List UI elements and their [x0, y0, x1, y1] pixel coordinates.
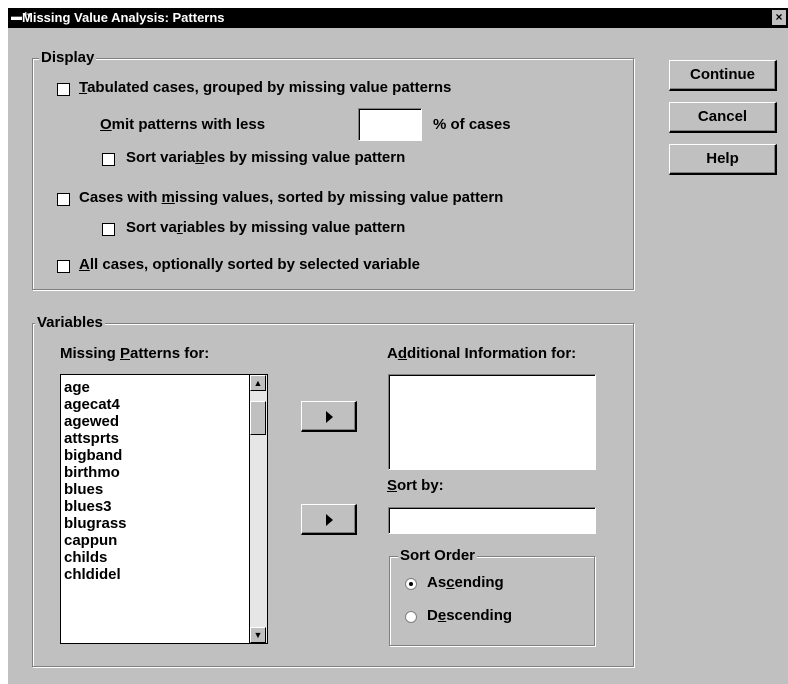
radio-selected-dot	[409, 582, 413, 586]
descending-radio[interactable]	[405, 611, 417, 623]
sort-by-label: Sort by:	[387, 477, 444, 494]
cases-with-missing-checkbox[interactable]	[57, 193, 70, 206]
tabulated-cases-checkbox[interactable]	[57, 83, 70, 96]
continue-button[interactable]: Continue	[669, 60, 777, 91]
up-arrow-icon: ▲	[253, 378, 263, 388]
sort-variables-label-2[interactable]: Sort variables by missing value pattern	[126, 219, 405, 236]
missing-patterns-listbox[interactable]: age agecat4 agewed attsprts bigband birt…	[60, 374, 268, 644]
all-cases-label[interactable]: All cases, optionally sorted by selected…	[79, 256, 420, 273]
sort-order-label: Sort Order	[398, 547, 478, 564]
scroll-up-button[interactable]: ▲	[250, 375, 266, 391]
omit-patterns-label: Omit patterns with less	[100, 116, 266, 133]
ascending-radio[interactable]	[405, 578, 417, 590]
sort-variables-checkbox-2[interactable]	[102, 223, 115, 236]
listbox-scrollbar[interactable]: ▲ ▼	[249, 375, 267, 643]
help-button[interactable]: Help	[669, 144, 777, 175]
percent-of-cases-label: % of cases	[433, 116, 511, 133]
list-item[interactable]: childs	[64, 549, 107, 566]
down-arrow-icon: ▼	[253, 630, 263, 640]
list-item[interactable]: blugrass	[64, 515, 127, 532]
sort-variables-checkbox-1[interactable]	[102, 153, 115, 166]
all-cases-checkbox[interactable]	[57, 260, 70, 273]
list-item[interactable]: bigband	[64, 447, 122, 464]
additional-info-listbox[interactable]	[388, 374, 596, 470]
sort-variables-label-1[interactable]: Sort variables by missing value pattern	[126, 149, 405, 166]
title-bar: ▬↰ Missing Value Analysis: Patterns ×	[8, 8, 788, 28]
close-button[interactable]: ×	[772, 10, 786, 25]
variables-group-label: Variables	[35, 314, 105, 331]
move-to-additional-info-button[interactable]	[301, 401, 357, 432]
ascending-label[interactable]: Ascending	[427, 574, 504, 591]
scroll-down-button[interactable]: ▼	[250, 627, 266, 643]
list-item[interactable]: age	[64, 379, 90, 396]
list-item[interactable]: agewed	[64, 413, 119, 430]
right-arrow-icon	[326, 514, 333, 526]
close-icon: ×	[775, 10, 783, 24]
variables-group: Variables Missing Patterns for: age agec…	[32, 314, 634, 667]
display-group: Display Tabulated cases, grouped by miss…	[32, 49, 634, 290]
list-item[interactable]: blues	[64, 481, 103, 498]
tabulated-cases-label[interactable]: Tabulated cases, grouped by missing valu…	[79, 79, 451, 96]
list-item[interactable]: cappun	[64, 532, 117, 549]
descending-label[interactable]: Descending	[427, 607, 512, 624]
omit-patterns-input[interactable]	[358, 108, 422, 141]
window-title: Missing Value Analysis: Patterns	[22, 10, 225, 25]
list-item[interactable]: agecat4	[64, 396, 120, 413]
cancel-button[interactable]: Cancel	[669, 102, 777, 133]
display-group-label: Display	[39, 49, 97, 66]
list-item[interactable]: blues3	[64, 498, 112, 515]
list-item[interactable]: birthmo	[64, 464, 120, 481]
missing-value-patterns-dialog: ▬↰ Missing Value Analysis: Patterns × Di…	[8, 8, 788, 684]
sort-order-group: Sort Order Ascending Descending	[389, 547, 595, 646]
right-arrow-icon	[326, 411, 333, 423]
scroll-thumb[interactable]	[250, 401, 266, 435]
cases-with-missing-label[interactable]: Cases with missing values, sorted by mis…	[79, 189, 503, 206]
move-to-sort-by-button[interactable]	[301, 504, 357, 535]
list-item[interactable]: chldidel	[64, 566, 121, 583]
missing-patterns-label: Missing Patterns for:	[60, 345, 210, 362]
list-item[interactable]: attsprts	[64, 430, 119, 447]
additional-info-label: Additional Information for:	[387, 345, 577, 362]
sort-by-field[interactable]	[388, 507, 596, 534]
